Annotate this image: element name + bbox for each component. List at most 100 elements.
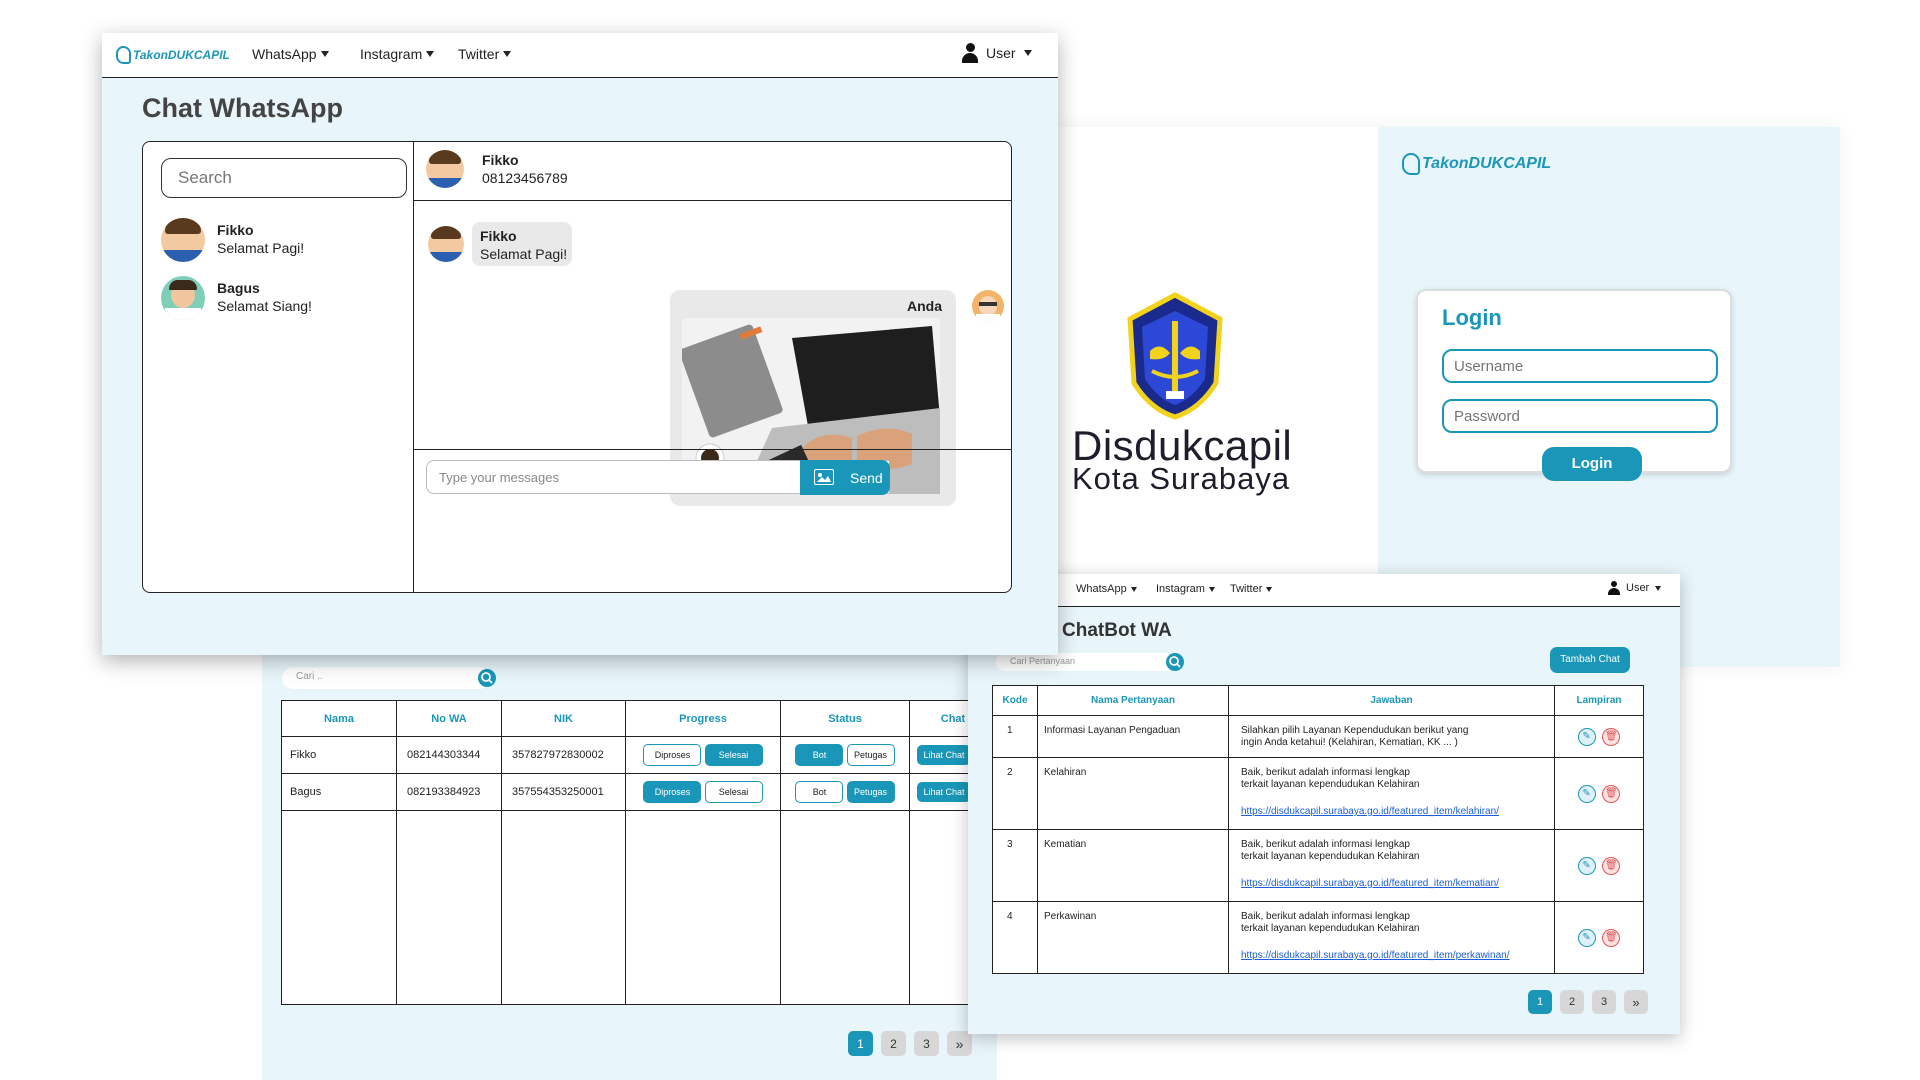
jawaban-link[interactable]: https://disdukcapil.surabaya.go.id/featu… (1241, 950, 1554, 962)
ear-icon (116, 46, 131, 64)
caret-icon (426, 51, 435, 57)
search-icon[interactable] (1166, 653, 1184, 671)
delete-icon[interactable]: 🗑 (1602, 928, 1621, 947)
chat-page-title: Chat WhatsApp (142, 93, 343, 123)
message-sender: Fikko (480, 228, 517, 244)
page-2-button[interactable]: 2 (1560, 990, 1584, 1014)
ear-icon (1402, 153, 1420, 175)
cell-nama-pertanyaan: Kematian (1037, 829, 1229, 902)
page-1-button[interactable]: 1 (1528, 990, 1552, 1014)
caret-icon (503, 51, 512, 57)
chatbot-navbar: WhatsApp Instagram Twitter User (968, 574, 1680, 607)
status-bot-button[interactable]: Bot (795, 744, 844, 766)
table-row: 4 Perkawinan Baik, berikut adalah inform… (992, 901, 1644, 974)
search-icon[interactable] (478, 669, 496, 687)
chatbot-pagination: 1 2 3 » (1528, 990, 1648, 1014)
col-status: Status (780, 700, 910, 737)
delete-icon[interactable]: 🗑 (1602, 727, 1621, 746)
cell-nama: Fikko (281, 736, 397, 774)
edit-icon[interactable]: ✎ (1577, 727, 1596, 746)
col-nik: NIK (501, 700, 626, 737)
status-bot-button[interactable]: Bot (795, 781, 844, 803)
col-progress: Progress (625, 700, 781, 737)
contact-message: Selamat Siang! (217, 298, 312, 314)
send-button[interactable]: Send (800, 460, 890, 495)
progress-diproses-button[interactable]: Diproses (643, 781, 702, 803)
chatbot-window: WhatsApp Instagram Twitter User ChatBot … (968, 574, 1680, 1034)
page-3-button[interactable]: 3 (914, 1031, 939, 1056)
table-row: Fikko 082144303344 357827972830002 Dipro… (281, 736, 997, 774)
cell-no-wa: 082144303344 (396, 736, 502, 774)
chatbot-search-input[interactable]: Cari Pertanyaan (1010, 656, 1075, 666)
edit-icon[interactable]: ✎ (1577, 784, 1596, 803)
contact-item[interactable]: Fikko Selamat Pagi! (161, 218, 391, 262)
cell-nik: 357827972830002 (501, 736, 626, 774)
lihat-chat-button[interactable]: Lihat Chat (917, 782, 971, 802)
user-icon (1608, 581, 1620, 595)
empty-cell (625, 810, 781, 1005)
page-1-button[interactable]: 1 (848, 1031, 873, 1056)
cell-status: Bot Petugas (780, 773, 910, 811)
cell-jawaban: Silahkan pilih Layanan Kependudukan beri… (1228, 715, 1555, 758)
conversation-header: Fikko 08123456789 (414, 142, 1011, 201)
cell-progress: Diproses Selesai (625, 773, 781, 811)
caret-icon (320, 51, 329, 57)
cell-jawaban: Baik, berikut adalah informasi lengkap t… (1228, 901, 1555, 974)
empty-cell (780, 810, 910, 1005)
send-label: Send (850, 470, 883, 486)
progress-selesai-button[interactable]: Selesai (704, 781, 763, 803)
tambah-chat-button[interactable]: Tambah Chat (1550, 647, 1630, 673)
user-label: User (1626, 582, 1650, 594)
cell-nik: 357554353250001 (501, 773, 626, 811)
empty-cell (281, 810, 397, 1005)
progress-diproses-button[interactable]: Diproses (643, 744, 702, 766)
table-row: 1 Informasi Layanan Pengaduan Silahkan p… (992, 715, 1644, 758)
table-row: Bagus 082193384923 357554353250001 Dipro… (281, 773, 997, 811)
login-button[interactable]: Login (1542, 447, 1642, 481)
incoming-message: Fikko Selamat Pagi! (428, 222, 572, 266)
lihat-chat-button[interactable]: Lihat Chat (917, 745, 971, 765)
brand-text: TakonDUKCAPIL (133, 48, 230, 62)
delete-icon[interactable]: 🗑 (1602, 856, 1621, 875)
edit-icon[interactable]: ✎ (1577, 856, 1596, 875)
empty-cell (501, 810, 626, 1005)
nav-whatsapp[interactable]: WhatsApp (1076, 583, 1137, 595)
nav-label: Twitter (1230, 583, 1263, 595)
status-petugas-button[interactable]: Petugas (846, 781, 895, 803)
cell-kode: 1 (992, 715, 1038, 758)
contact-item[interactable]: Bagus Selamat Siang! (161, 276, 391, 320)
cell-nama-pertanyaan: Informasi Layanan Pengaduan (1037, 715, 1229, 758)
status-petugas-button[interactable]: Petugas (846, 744, 895, 766)
next-page-button[interactable]: » (1624, 990, 1648, 1014)
edit-icon[interactable]: ✎ (1577, 928, 1596, 947)
progress-selesai-button[interactable]: Selesai (704, 744, 763, 766)
user-menu[interactable]: User (1608, 581, 1662, 595)
username-field[interactable] (1442, 349, 1718, 383)
caret-icon (1655, 585, 1662, 591)
jawaban-link[interactable]: https://disdukcapil.surabaya.go.id/featu… (1241, 806, 1554, 818)
data-search-input[interactable]: Cari .. (296, 671, 323, 682)
chatbot-table: Kode Nama Pertanyaan Jawaban Lampiran 1 … (992, 685, 1644, 974)
jawaban-line-1: Baik, berikut adalah informasi lengkap (1241, 767, 1410, 778)
search-input[interactable] (161, 158, 407, 198)
nav-twitter[interactable]: Twitter (1230, 583, 1273, 595)
nav-twitter[interactable]: Twitter (458, 46, 512, 62)
page-2-button[interactable]: 2 (881, 1031, 906, 1056)
login-brand: TakonDUKCAPIL (1402, 153, 1551, 175)
user-menu[interactable]: User (962, 43, 1032, 63)
avatar (161, 218, 205, 262)
jawaban-link[interactable]: https://disdukcapil.surabaya.go.id/featu… (1241, 878, 1554, 890)
page-3-button[interactable]: 3 (1592, 990, 1616, 1014)
password-field[interactable] (1442, 399, 1718, 433)
nav-label: WhatsApp (1076, 583, 1127, 595)
col-kode: Kode (992, 685, 1038, 716)
next-page-button[interactable]: » (947, 1031, 972, 1056)
image-icon[interactable] (814, 469, 834, 485)
nav-instagram[interactable]: Instagram (1156, 583, 1215, 595)
nav-instagram[interactable]: Instagram (360, 46, 435, 62)
avatar (972, 290, 1004, 322)
nav-whatsapp[interactable]: WhatsApp (252, 46, 329, 62)
caret-icon (1023, 50, 1032, 56)
delete-icon[interactable]: 🗑 (1602, 784, 1621, 803)
col-no-wa: No WA (396, 700, 502, 737)
